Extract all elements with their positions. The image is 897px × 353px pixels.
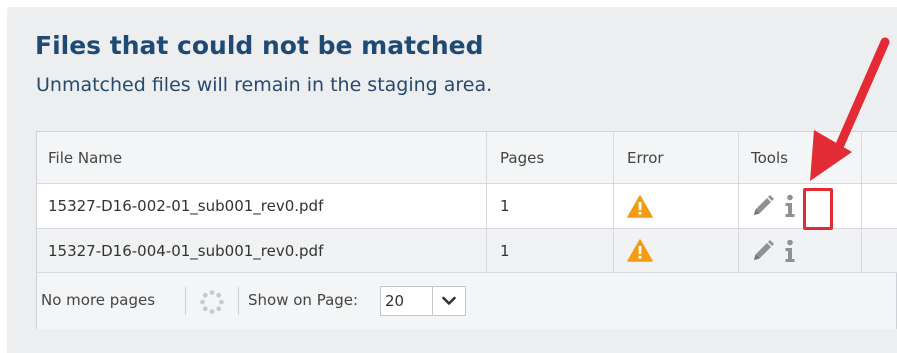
column-header-error[interactable]: Error — [614, 132, 739, 183]
table-header-row: File Name Pages Error Tools — [37, 132, 897, 184]
page-title: Files that could not be matched — [35, 31, 484, 60]
error-cell — [614, 229, 739, 272]
file-name-cell: 15327-D16-002-01_sub001_rev0.pdf — [37, 184, 487, 228]
column-header-pages[interactable]: Pages — [487, 132, 614, 183]
pages-cell: 1 — [487, 184, 614, 228]
info-icon[interactable] — [783, 194, 797, 218]
column-header-file-name[interactable]: File Name — [37, 132, 487, 183]
pages-cell: 1 — [487, 229, 614, 272]
column-header-tools: Tools — [739, 132, 862, 183]
pencil-icon[interactable] — [751, 239, 775, 263]
info-icon[interactable] — [783, 239, 797, 263]
file-name-cell: 15327-D16-004-01_sub001_rev0.pdf — [37, 229, 487, 272]
column-header-spacer — [862, 132, 897, 183]
pager-footer: No more pages Show on Page: 20 — [37, 273, 896, 329]
warning-icon[interactable] — [627, 239, 653, 262]
page-size-select[interactable]: 20 — [380, 286, 466, 316]
unmatched-files-table: File Name Pages Error Tools 15327-D16-00… — [36, 131, 897, 329]
tools-cell — [739, 184, 862, 228]
warning-icon[interactable] — [627, 194, 653, 218]
table-row[interactable]: 15327-D16-002-01_sub001_rev0.pdf 1 — [37, 184, 897, 229]
pager-status: No more pages — [41, 291, 156, 309]
error-cell — [614, 184, 739, 228]
pencil-icon[interactable] — [751, 194, 775, 218]
refresh-spinner-icon[interactable] — [199, 289, 225, 315]
pager-divider — [185, 287, 186, 315]
page-subtitle: Unmatched files will remain in the stagi… — [36, 74, 493, 96]
table-row[interactable]: 15327-D16-004-01_sub001_rev0.pdf 1 — [37, 229, 897, 273]
spacer-cell — [862, 184, 897, 228]
show-on-page-label: Show on Page: — [248, 291, 359, 309]
spacer-cell — [862, 229, 897, 272]
tools-cell — [739, 229, 862, 272]
chevron-down-icon — [442, 296, 456, 305]
page-size-value: 20 — [385, 292, 405, 310]
pager-divider — [238, 287, 239, 315]
info-icon-highlight-box — [803, 188, 833, 230]
page-size-dropdown-button[interactable] — [432, 287, 465, 315]
